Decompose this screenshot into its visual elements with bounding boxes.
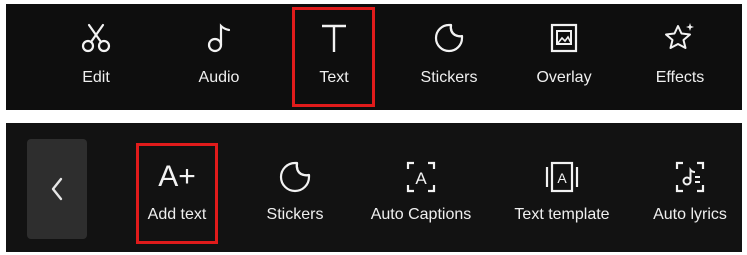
auto-lyrics-icon: [675, 161, 705, 193]
tool-text-template-label: Text template: [514, 206, 610, 223]
svg-text:A: A: [557, 170, 567, 186]
tool-auto-captions[interactable]: A Auto Captions: [356, 123, 486, 252]
tool-text[interactable]: Text: [299, 4, 369, 110]
tool-auto-lyrics[interactable]: Auto lyrics: [638, 123, 742, 252]
back-button[interactable]: [27, 139, 87, 239]
overlay-icon: [550, 23, 578, 53]
tool-audio[interactable]: Audio: [184, 4, 254, 110]
tool-add-text[interactable]: A+ Add text: [132, 123, 222, 252]
svg-text:A: A: [415, 169, 427, 188]
text-template-icon: A: [545, 161, 579, 193]
text-t-icon: [322, 24, 346, 52]
music-note-icon: [207, 23, 231, 53]
add-text-icon: A+: [158, 160, 196, 193]
tool-auto-lyrics-label: Auto lyrics: [653, 206, 727, 223]
tool-edit[interactable]: Edit: [66, 4, 126, 110]
tool-stickers-sub[interactable]: Stickers: [250, 123, 340, 252]
scissors-icon: [81, 23, 111, 53]
tool-effects[interactable]: Effects: [642, 4, 718, 110]
tool-stickers-sub-label: Stickers: [266, 206, 324, 223]
sticker-icon: [279, 161, 311, 193]
sticker-icon: [434, 23, 464, 53]
chevron-left-icon: [51, 177, 63, 201]
tool-auto-captions-label: Auto Captions: [370, 206, 472, 223]
tool-overlay[interactable]: Overlay: [524, 4, 604, 110]
text-submenu-toolbar: A+ Add text Stickers A Auto Captions A T…: [6, 123, 742, 252]
star-sparkle-icon: [665, 23, 694, 49]
auto-captions-icon: A: [406, 161, 436, 193]
tool-stickers-label: Stickers: [420, 69, 478, 86]
tool-audio-label: Audio: [198, 69, 240, 86]
tool-edit-label: Edit: [82, 69, 110, 86]
tool-effects-label: Effects: [655, 69, 705, 86]
tool-text-template[interactable]: A Text template: [499, 123, 625, 252]
tool-text-label: Text: [319, 69, 349, 86]
tool-overlay-label: Overlay: [536, 69, 592, 86]
tool-stickers[interactable]: Stickers: [406, 4, 492, 110]
tool-add-text-label: Add text: [147, 206, 207, 223]
main-toolbar: Edit Audio Text Stickers Overlay Effects: [6, 4, 742, 110]
